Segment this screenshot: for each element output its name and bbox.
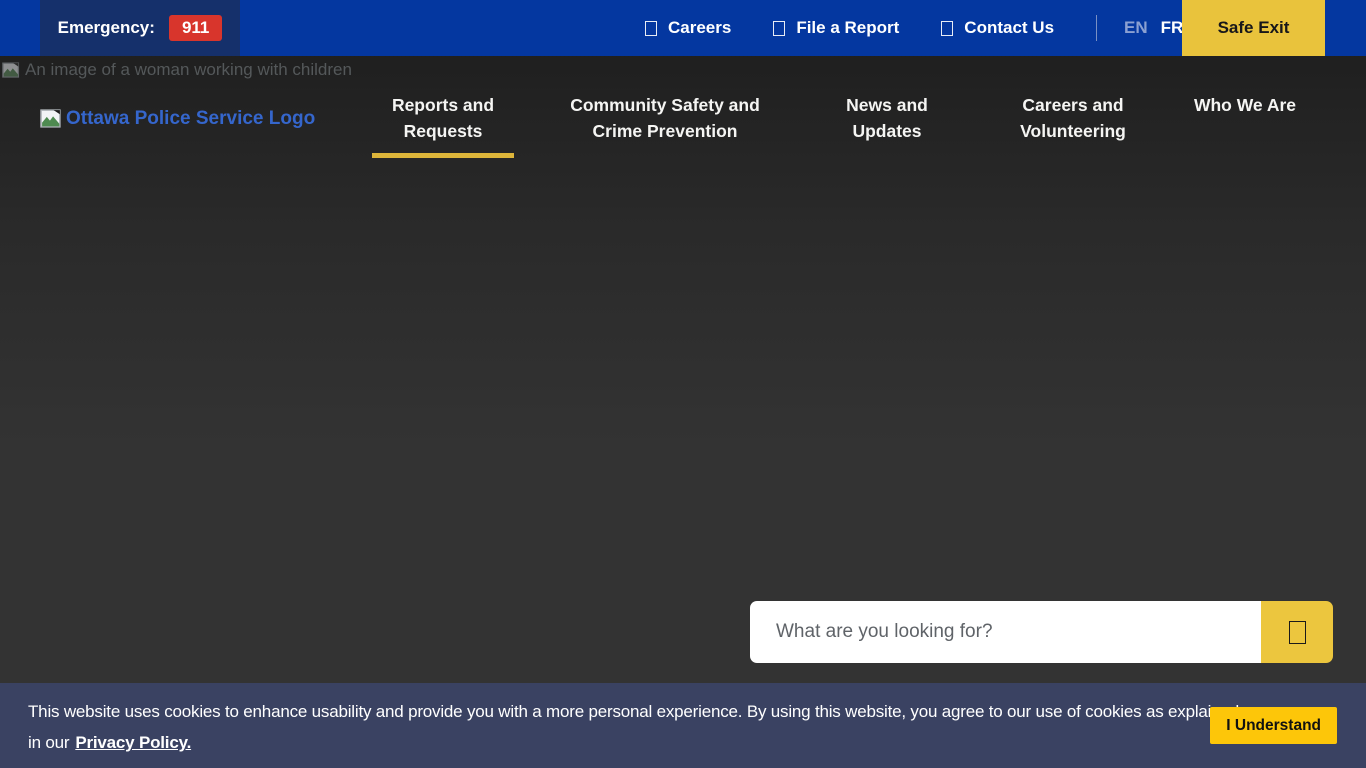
broken-image-icon (2, 62, 21, 79)
emergency-block: Emergency: 911 (40, 0, 240, 56)
nav-item-label: News and Updates (846, 95, 928, 141)
careers-icon (645, 21, 657, 36)
language-toggle-en[interactable]: EN (1124, 18, 1148, 38)
search-input[interactable] (750, 601, 1261, 663)
hero-broken-image: An image of a woman working with childre… (2, 60, 352, 80)
cookie-message-line2: in our (28, 733, 69, 752)
file-a-report-link-label: File a Report (796, 18, 899, 38)
site-logo-link[interactable]: Ottawa Police Service Logo (40, 108, 315, 130)
emergency-911-badge[interactable]: 911 (169, 15, 222, 41)
careers-link[interactable]: Careers (645, 18, 731, 38)
language-divider (1096, 15, 1097, 41)
search-icon (1289, 621, 1306, 644)
language-toggle-fr[interactable]: FR (1161, 18, 1184, 38)
top-links-group: Careers File a Report Contact Us EN FR (645, 0, 1183, 56)
nav-item-label: Community Safety and Crime Prevention (570, 95, 760, 141)
cookie-consent-banner: This website uses cookies to enhance usa… (0, 683, 1366, 768)
active-nav-underline (372, 153, 514, 158)
cookie-accept-button[interactable]: I Understand (1210, 707, 1337, 744)
contact-us-link-label: Contact Us (964, 18, 1054, 38)
safe-exit-button[interactable]: Safe Exit (1182, 0, 1325, 56)
nav-item-reports-and-requests[interactable]: Reports and Requests (372, 92, 514, 158)
contact-us-link[interactable]: Contact Us (941, 18, 1054, 38)
nav-item-label: Careers and Volunteering (1020, 95, 1126, 141)
privacy-policy-link[interactable]: Privacy Policy. (75, 733, 191, 752)
nav-item-label: Reports and Requests (392, 95, 494, 141)
cookie-message: This website uses cookies to enhance usa… (28, 696, 1208, 758)
hero-image-alt-text: An image of a woman working with childre… (25, 60, 352, 80)
search-button[interactable] (1261, 601, 1333, 663)
logo-alt-text: Ottawa Police Service Logo (66, 108, 315, 130)
cookie-message-line1: This website uses cookies to enhance usa… (28, 696, 1208, 727)
ottawa-police-homepage: Emergency: 911 Careers File a Report Con… (0, 0, 1366, 768)
careers-link-label: Careers (668, 18, 731, 38)
emergency-label: Emergency: (58, 18, 155, 38)
broken-logo-image-icon (40, 109, 63, 129)
contact-us-icon (941, 21, 953, 36)
nav-item-careers-and-volunteering[interactable]: Careers and Volunteering (1008, 92, 1138, 144)
nav-item-news-and-updates[interactable]: News and Updates (835, 92, 939, 144)
top-utility-bar: Emergency: 911 Careers File a Report Con… (0, 0, 1366, 56)
site-search (750, 601, 1333, 663)
file-a-report-link[interactable]: File a Report (773, 18, 899, 38)
file-report-icon (773, 21, 785, 36)
nav-item-who-we-are[interactable]: Who We Are (1183, 92, 1307, 118)
nav-item-label: Who We Are (1194, 95, 1296, 115)
nav-item-community-safety-and-crime-prevention[interactable]: Community Safety and Crime Prevention (556, 92, 774, 144)
